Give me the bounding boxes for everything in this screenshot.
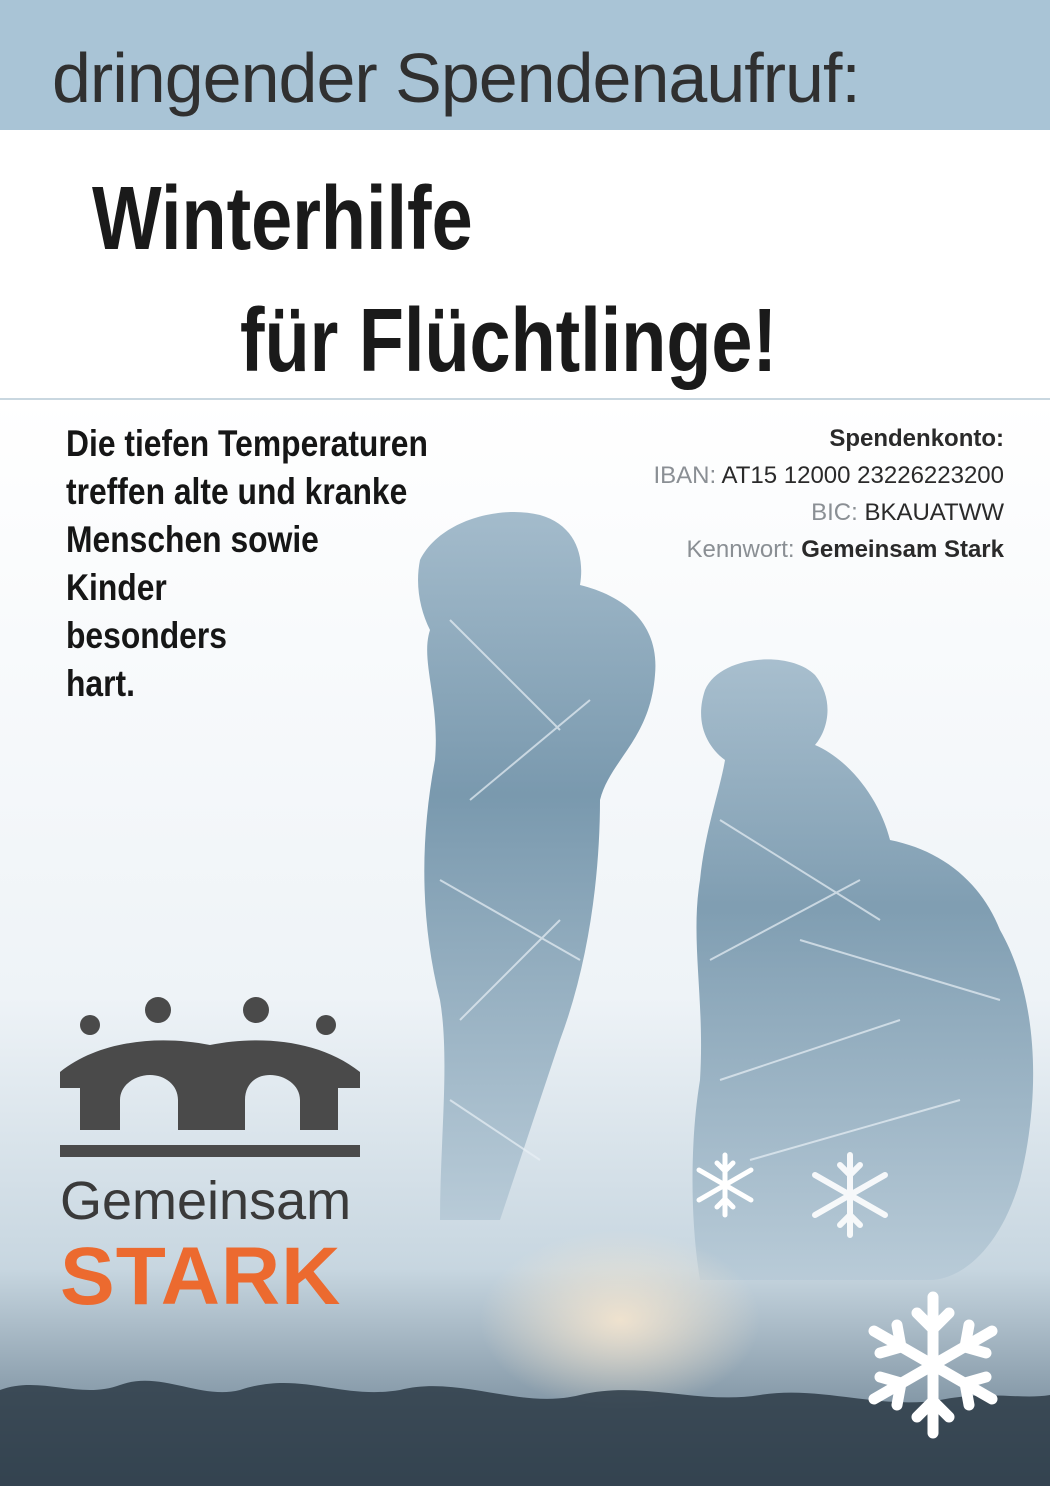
iban-value: AT15 12000 23226223200 xyxy=(721,462,1004,489)
body-line: hart. xyxy=(66,663,135,704)
bic-value: BKAUATWW xyxy=(864,499,1004,526)
people-bridge-icon xyxy=(60,997,360,1157)
bic-row: BIC: BKAUATWW xyxy=(653,494,1004,531)
body-line: treffen alte und kranke xyxy=(66,471,408,512)
donation-account: Spendenkonto: IBAN: AT15 12000 232262232… xyxy=(653,420,1004,568)
banner-text: dringender Spendenaufruf: xyxy=(52,39,861,117)
logo-text-stark: STARK xyxy=(60,1231,342,1322)
appeal-banner: dringender Spendenaufruf: xyxy=(0,0,1050,130)
body-text: Die tiefen Temperaturen treffen alte und… xyxy=(66,420,462,708)
logo-text-gemeinsam: Gemeinsam xyxy=(60,1171,352,1231)
body-line: Die tiefen Temperaturen xyxy=(66,423,428,464)
snowflake-icon xyxy=(868,1291,998,1439)
iban-row: IBAN: AT15 12000 23226223200 xyxy=(653,457,1004,494)
body-line: besonders xyxy=(66,615,227,656)
snowflake-icon xyxy=(696,1152,754,1218)
divider xyxy=(0,398,1050,400)
headline-line-2: für Flüchtlinge! xyxy=(240,291,778,391)
headline-line-1: Winterhilfe xyxy=(92,169,473,269)
keyword-value: Gemeinsam Stark xyxy=(801,536,1004,563)
keyword-row: Kennwort: Gemeinsam Stark xyxy=(653,531,1004,568)
body-line: Kinder xyxy=(66,567,167,608)
account-title: Spendenkonto: xyxy=(829,425,1004,452)
snowflake-icon xyxy=(812,1152,888,1238)
keyword-label: Kennwort: xyxy=(686,536,795,563)
body-line: Menschen sowie xyxy=(66,519,319,560)
bic-label: BIC: xyxy=(811,499,858,526)
iban-label: IBAN: xyxy=(653,462,717,489)
